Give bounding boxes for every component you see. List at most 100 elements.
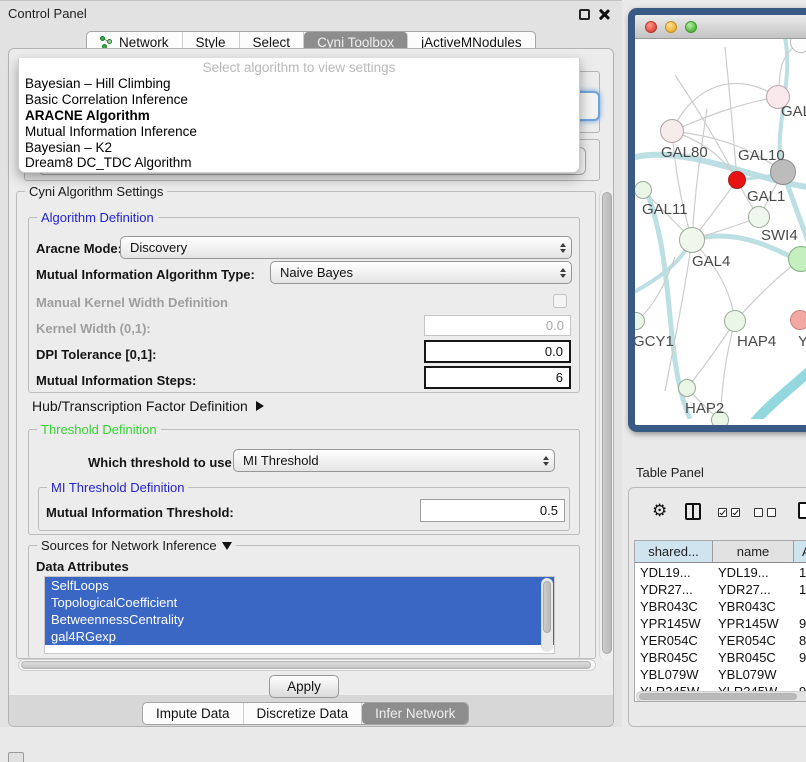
attributes-scrollbar-track[interactable] xyxy=(541,578,553,652)
mi-steps-label: Mutual Information Steps: xyxy=(36,373,196,388)
hub-definition-expander[interactable]: Hub/Transcription Factor Definition xyxy=(32,398,264,414)
node-label: GAL1 xyxy=(747,188,785,205)
checked-box-icon[interactable] xyxy=(718,508,727,517)
settings-hscrollbar-thumb[interactable] xyxy=(21,661,591,669)
network-node-selected-red[interactable] xyxy=(728,171,746,189)
data-attributes-list: SelfLoops TopologicalCoefficient Between… xyxy=(44,576,555,654)
dpi-tolerance-label: DPI Tolerance [0,1]: xyxy=(36,347,156,362)
node-label: GCY1 xyxy=(635,333,674,350)
settings-group-title: Cyni Algorithm Settings xyxy=(25,184,167,199)
settings-scrollbar-track[interactable] xyxy=(599,189,613,661)
node-label: GAL10 xyxy=(738,147,785,164)
close-button[interactable] xyxy=(645,21,657,33)
column-header-shared-name[interactable]: shared... xyxy=(635,541,713,563)
screen: Control Panel Network Style Select Cyni … xyxy=(0,0,806,762)
node-table: shared... name A YDL19...YDL19...13 YDR2… xyxy=(634,540,806,702)
table-row[interactable]: YPR145WYPR145W9. xyxy=(635,615,806,632)
node-label: Y xyxy=(798,333,806,350)
document-icon[interactable] xyxy=(798,502,806,519)
table-panel: ⚙ shared... name A YDL19...YDL19...13 YD… xyxy=(628,487,806,727)
settings-hscrollbar-track[interactable] xyxy=(18,659,596,671)
algorithm-option[interactable]: Dream8 DC_TDC Algorithm xyxy=(19,155,579,171)
control-panel: Control Panel Network Style Select Cyni … xyxy=(0,0,622,727)
stepper-arrows-icon xyxy=(560,268,566,278)
control-panel-title: Control Panel xyxy=(8,6,87,21)
manual-kernel-checkbox[interactable] xyxy=(553,294,567,308)
table-row[interactable]: YBL079WYBL079W xyxy=(635,666,806,683)
algorithm-option[interactable]: Mutual Information Inference xyxy=(19,123,579,139)
tab-infer-network[interactable]: Infer Network xyxy=(362,703,468,724)
algorithm-option[interactable]: Bayesian – K2 xyxy=(19,139,579,155)
table-row[interactable]: YDL19...YDL19...13 xyxy=(635,564,806,581)
network-node-gal80[interactable] xyxy=(660,119,684,143)
settings-scrollbar-thumb[interactable] xyxy=(602,192,612,654)
table-row[interactable]: YDR27...YDR27...12 xyxy=(635,581,806,598)
algorithm-option[interactable]: Basic Correlation Inference xyxy=(19,92,579,108)
kernel-width-field[interactable]: 0.0 xyxy=(424,315,571,336)
attributes-scrollbar-thumb[interactable] xyxy=(543,581,551,633)
dpi-tolerance-field[interactable]: 0.0 xyxy=(424,340,571,363)
checked-box-icon[interactable] xyxy=(731,508,740,517)
network-node[interactable] xyxy=(790,310,806,330)
mi-algorithm-type-label: Mutual Information Algorithm Type: xyxy=(36,267,255,282)
which-threshold-combo[interactable]: MI Threshold xyxy=(233,449,555,472)
dropdown-prompt: Select algorithm to view settings xyxy=(19,58,579,76)
attribute-item[interactable]: TopologicalCoefficient xyxy=(45,594,554,611)
zoom-button[interactable] xyxy=(685,21,697,33)
node-label: GAL11 xyxy=(642,201,688,218)
data-attributes-label: Data Attributes xyxy=(36,559,129,574)
node-label: GAL80 xyxy=(661,144,708,161)
table-hscrollbar-track[interactable] xyxy=(636,691,806,702)
node-label: SWI4 xyxy=(761,227,798,244)
algorithm-definition-title: Algorithm Definition xyxy=(37,210,158,225)
table-row[interactable]: YBR045CYBR045C9. xyxy=(635,649,806,666)
close-icon[interactable] xyxy=(598,8,610,20)
tab-discretize-data[interactable]: Discretize Data xyxy=(244,703,363,724)
network-window-titlebar[interactable] xyxy=(635,15,806,39)
which-threshold-label: Which threshold to use: xyxy=(88,455,236,470)
apply-button[interactable]: Apply xyxy=(269,675,339,698)
mi-algorithm-type-combo[interactable]: Naive Bayes xyxy=(270,261,572,284)
table-hscrollbar-thumb[interactable] xyxy=(639,693,797,700)
float-window-icon[interactable] xyxy=(579,9,590,20)
mi-threshold-label: Mutual Information Threshold: xyxy=(46,505,234,520)
network-node-hap4[interactable] xyxy=(724,310,746,332)
column-header-partial[interactable]: A xyxy=(794,541,806,563)
attribute-item[interactable]: SelfLoops xyxy=(45,577,554,594)
collapsed-panel-button[interactable] xyxy=(8,752,24,762)
node-label: HAP4 xyxy=(737,333,776,350)
minimize-button[interactable] xyxy=(665,21,677,33)
algorithm-option[interactable]: Bayesian – Hill Climbing xyxy=(19,76,579,92)
algorithm-option-selected[interactable]: ARACNE Algorithm xyxy=(19,108,579,124)
node-label: GAL4 xyxy=(692,253,730,270)
mi-threshold-group-title: MI Threshold Definition xyxy=(47,480,188,495)
unchecked-box-icon[interactable] xyxy=(754,508,763,517)
table-row[interactable]: YBR043CYBR043C xyxy=(635,598,806,615)
aracne-mode-combo[interactable]: Discovery xyxy=(120,236,572,259)
stepper-arrows-icon xyxy=(560,243,566,253)
bottom-tabs: Impute Data Discretize Data Infer Networ… xyxy=(142,702,469,725)
node-label: GAL xyxy=(781,103,806,120)
attribute-item[interactable]: BetweennessCentrality xyxy=(45,611,554,628)
gear-icon[interactable]: ⚙ xyxy=(652,501,667,521)
network-node-gal4[interactable] xyxy=(679,227,705,253)
network-window[interactable]: GAL GAL80 GAL10 GAL1 GAL11 SWI4 GAL4 GCY… xyxy=(628,8,806,432)
columns-icon[interactable] xyxy=(685,503,701,520)
unchecked-box-icon[interactable] xyxy=(767,508,776,517)
tab-impute-data[interactable]: Impute Data xyxy=(143,703,244,724)
table-row[interactable]: YER054CYER054C8. xyxy=(635,632,806,649)
attribute-item[interactable]: gal4RGexp xyxy=(45,628,554,645)
mi-steps-field[interactable]: 6 xyxy=(424,366,571,389)
column-header-name[interactable]: name xyxy=(713,541,794,563)
network-node-hap2[interactable] xyxy=(678,379,696,397)
stepper-arrows-icon xyxy=(543,456,549,466)
network-node-gal1[interactable] xyxy=(748,206,770,228)
sources-group-title[interactable]: Sources for Network Inference xyxy=(37,538,236,553)
network-canvas[interactable]: GAL GAL80 GAL10 GAL1 GAL11 SWI4 GAL4 GCY… xyxy=(635,39,806,425)
kernel-width-label: Kernel Width (0,1): xyxy=(36,321,151,336)
table-panel-title: Table Panel xyxy=(636,465,704,480)
algorithm-dropdown-list: Select algorithm to view settings Bayesi… xyxy=(18,58,580,173)
mi-threshold-field[interactable]: 0.5 xyxy=(420,499,565,522)
chevron-right-icon xyxy=(256,401,264,411)
node-label: HAP2 xyxy=(685,400,724,417)
